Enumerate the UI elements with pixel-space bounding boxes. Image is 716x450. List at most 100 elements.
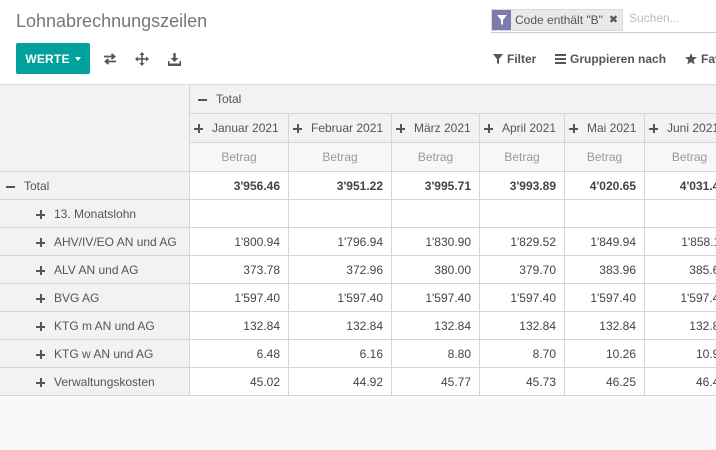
pivot-cell[interactable]: 46.25 [565,368,645,396]
pivot-cell[interactable]: 372.96 [289,256,392,284]
star-icon [685,53,697,65]
pivot-measure-header[interactable]: Betrag [392,143,480,172]
pivot-total-cell[interactable]: 3'993.89 [480,172,565,200]
pivot-row-header[interactable]: Verwaltungskosten [0,368,190,396]
pivot-cell[interactable] [392,200,480,228]
pivot-total-cell[interactable]: 4'031.41 [645,172,716,200]
download-button[interactable] [164,49,184,69]
pivot-total-cell[interactable]: 4'020.65 [565,172,645,200]
pivot-col-header[interactable]: Februar 2021 [289,114,392,143]
expand-icon [194,124,203,133]
pivot-cell[interactable] [289,200,392,228]
measures-button[interactable]: WERTE [16,43,90,74]
pivot-cell[interactable]: 132.84 [565,312,645,340]
search-input[interactable] [629,11,716,25]
pivot-col-header[interactable]: April 2021 [480,114,565,143]
pivot-cell[interactable]: 132.84 [190,312,289,340]
filter-button[interactable]: Filter [493,50,536,68]
pivot-cell[interactable]: 380.00 [392,256,480,284]
pivot-cell[interactable]: 1'796.94 [289,228,392,256]
pivot-cell[interactable]: 10.26 [565,340,645,368]
pivot-row-header[interactable]: ALV AN und AG [0,256,190,284]
groupby-button[interactable]: Gruppieren nach [555,50,666,68]
pivot-cell[interactable]: 132.84 [392,312,480,340]
pivot-row-header[interactable]: AHV/IV/EO AN und AG [0,228,190,256]
pivot-cell[interactable]: 8.80 [392,340,480,368]
pivot-row-total-header[interactable]: Total [0,172,190,200]
pivot-total-cell[interactable]: 3'956.46 [190,172,289,200]
pivot-cell[interactable]: 132.84 [289,312,392,340]
collapse-icon [6,182,15,191]
cell-value: 1'830.90 [425,235,471,249]
pivot-row-header[interactable]: KTG m AN und AG [0,312,190,340]
pivot-measure-header[interactable]: Betrag [480,143,565,172]
cell-value: 1'597.40 [337,291,383,305]
pivot-cell[interactable]: 1'597.40 [565,284,645,312]
pivot-cell[interactable]: 6.48 [190,340,289,368]
cell-value: 1'597.40 [510,291,556,305]
pivot-cell[interactable]: 1'597.40 [190,284,289,312]
flip-axis-button[interactable] [100,49,120,69]
pivot-cell[interactable]: 1'597.40 [480,284,565,312]
pivot-row-header[interactable]: KTG w AN und AG [0,340,190,368]
pivot-cell[interactable]: 1'597.40 [645,284,716,312]
pivot-cell[interactable]: 1'800.94 [190,228,289,256]
pivot-cell[interactable]: 383.96 [565,256,645,284]
pivot-cell[interactable]: 45.77 [392,368,480,396]
pivot-cell[interactable]: 379.70 [480,256,565,284]
pivot-cell[interactable]: 8.70 [480,340,565,368]
cell-value: 1'597.40 [425,291,471,305]
col-header-label: März 2021 [414,121,471,135]
pivot-cell[interactable]: 44.92 [289,368,392,396]
facet-label: Code enthält "B" [515,13,603,27]
pivot-cell[interactable]: 45.73 [480,368,565,396]
pivot-cell[interactable]: 1'829.52 [480,228,565,256]
pivot-measure-header[interactable]: Betrag [289,143,392,172]
search-facet[interactable]: Code enthält "B" ✖ [491,9,624,31]
pivot-cell[interactable]: 1'858.11 [645,228,716,256]
pivot-col-header[interactable]: Juni 2021 [645,114,716,143]
pivot-total-cell[interactable]: 3'951.22 [289,172,392,200]
cell-value: 46.25 [605,375,636,389]
pivot-col-header[interactable]: Mai 2021 [565,114,645,143]
pivot-cell[interactable]: 46.44 [645,368,716,396]
cell-value: 132.84 [346,319,383,333]
pivot-measure-header[interactable]: Betrag [190,143,289,172]
pivot-cell[interactable]: 132.84 [645,312,716,340]
pivot-measure-header[interactable]: Betrag [645,143,716,172]
expand-all-button[interactable] [132,49,152,69]
row-header-label: AHV/IV/EO AN und AG [54,235,177,249]
groupby-label: Gruppieren nach [570,52,667,66]
pivot-cell[interactable]: 45.02 [190,368,289,396]
pivot-cell[interactable]: 10.98 [645,340,716,368]
pivot-col-total-header[interactable]: Total [190,85,716,114]
pivot-row-header[interactable]: BVG AG [0,284,190,312]
pivot-cell[interactable]: 385.64 [645,256,716,284]
pivot-cell[interactable]: 1'830.90 [392,228,480,256]
measure-label: Betrag [322,150,358,164]
pivot-cell[interactable] [190,200,289,228]
pivot-col-header[interactable]: Januar 2021 [190,114,289,143]
measures-label: WERTE [25,51,70,66]
pivot-cell[interactable]: 132.84 [480,312,565,340]
pivot-cell[interactable]: 1'597.40 [392,284,480,312]
pivot-col-header[interactable]: März 2021 [392,114,480,143]
pivot-cell[interactable]: 1'597.40 [289,284,392,312]
pivot-measure-header[interactable]: Betrag [565,143,645,172]
pivot-cell[interactable] [480,200,565,228]
cell-value: 1'597.40 [234,291,280,305]
favorites-button[interactable]: Favoriten [685,50,716,68]
search-bar[interactable]: Code enthält "B" ✖ [491,9,716,33]
favorites-label: Favoriten [701,52,716,66]
pivot-row-header[interactable]: 13. Monatslohn [0,200,190,228]
cell-value: 1'597.40 [680,291,716,305]
pivot-cell[interactable]: 373.78 [190,256,289,284]
control-panel: Lohnabrechnungszeilen Code enthält "B" ✖… [0,0,716,85]
close-icon[interactable]: ✖ [607,10,622,30]
cell-value: 132.84 [689,319,716,333]
pivot-cell[interactable]: 6.16 [289,340,392,368]
pivot-cell[interactable] [645,200,716,228]
pivot-cell[interactable] [565,200,645,228]
pivot-cell[interactable]: 1'849.94 [565,228,645,256]
pivot-total-cell[interactable]: 3'995.71 [392,172,480,200]
